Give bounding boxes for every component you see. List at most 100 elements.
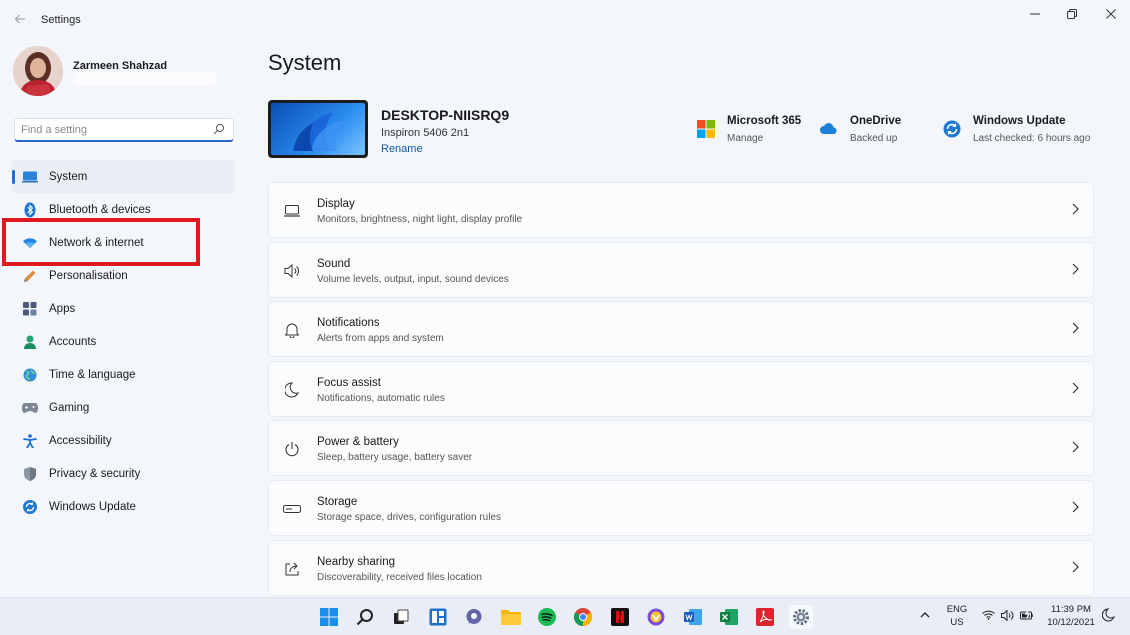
search-input[interactable]	[21, 122, 201, 138]
back-button[interactable]	[10, 9, 30, 29]
rename-link[interactable]: Rename	[381, 143, 423, 155]
chat-button[interactable]	[462, 605, 486, 629]
word-button[interactable]	[681, 605, 705, 629]
task-view-button[interactable]	[389, 605, 413, 629]
storage-card[interactable]: Storage Storage space, drives, configura…	[268, 479, 1094, 536]
share-icon	[283, 560, 301, 578]
sidebar-item-windows-update[interactable]: Windows Update	[12, 490, 235, 523]
widgets-button[interactable]	[426, 605, 450, 629]
chevron-right-icon	[1072, 561, 1079, 572]
avatar	[13, 46, 63, 96]
card-subtitle: Storage space, drives, configuration rul…	[317, 511, 501, 523]
sidebar-item-label: Accounts	[49, 335, 97, 348]
speaker-icon	[283, 262, 301, 280]
bell-icon	[283, 321, 301, 339]
clock-time[interactable]: 11:39 PM	[1047, 604, 1095, 615]
close-icon	[1106, 9, 1116, 19]
netflix-button[interactable]	[608, 605, 632, 629]
chrome-button[interactable]	[571, 605, 595, 629]
chat-icon	[466, 609, 482, 624]
card-title: Focus assist	[317, 376, 381, 389]
annotation-highlight-box	[2, 218, 200, 266]
language-code[interactable]: ENG	[944, 604, 970, 615]
card-subtitle: Volume levels, output, input, sound devi…	[317, 273, 509, 285]
card-subtitle: Sleep, battery usage, battery saver	[317, 452, 473, 464]
chevron-right-icon	[1072, 501, 1079, 513]
quick-subtitle: Last checked: 6 hours ago	[973, 133, 1091, 144]
chrome-icon	[574, 608, 592, 626]
sidebar-item-system[interactable]: System	[12, 160, 235, 193]
chevron-right-icon	[1072, 322, 1079, 334]
chevron-right-icon	[1072, 203, 1079, 215]
folder-icon	[501, 610, 521, 625]
notifications-card[interactable]: Notifications Alerts from apps and syste…	[268, 301, 1094, 358]
storage-icon	[283, 500, 301, 518]
quick-subtitle: Backed up	[850, 133, 898, 144]
task-view-icon	[394, 609, 409, 624]
minimize-icon	[1030, 13, 1040, 15]
focus-assist-card[interactable]: Focus assist Notifications, automatic ru…	[268, 360, 1094, 417]
sound-card[interactable]: Sound Volume levels, output, input, soun…	[268, 241, 1094, 298]
close-button[interactable]	[1096, 4, 1126, 24]
quick-title: Microsoft 365	[727, 115, 802, 127]
apps-icon	[22, 301, 38, 317]
tor-browser-button[interactable]	[644, 605, 668, 629]
moon-icon	[283, 381, 301, 399]
power-icon	[283, 440, 301, 458]
browser-icon	[647, 608, 665, 626]
quick-title: Windows Update	[973, 115, 1066, 127]
settings-window: Settings Zarmeen Shahzad Find a setting …	[0, 0, 1130, 597]
word-icon	[684, 609, 702, 625]
excel-button[interactable]	[717, 605, 741, 629]
quick-subtitle: Manage	[727, 133, 764, 144]
restore-icon	[1067, 9, 1077, 19]
sidebar-item-accessibility[interactable]: Accessibility	[12, 424, 235, 457]
person-icon	[22, 334, 38, 350]
sidebar-item-time-language[interactable]: Time & language	[12, 358, 235, 391]
battery-icon[interactable]	[1020, 609, 1036, 621]
excel-icon	[720, 609, 738, 625]
active-indicator	[12, 170, 15, 184]
settings-card-list: Display Monitors, brightness, night ligh…	[268, 182, 1094, 597]
sidebar-item-label: Personalisation	[49, 269, 128, 282]
sidebar-item-label: Accessibility	[49, 434, 112, 447]
card-subtitle: Notifications, automatic rules	[317, 392, 445, 404]
card-subtitle: Alerts from apps and system	[317, 333, 444, 345]
laptop-icon	[22, 169, 38, 185]
sidebar-item-apps[interactable]: Apps	[12, 292, 235, 325]
volume-icon[interactable]	[1001, 610, 1014, 621]
settings-taskbar-button[interactable]	[789, 605, 813, 629]
minimize-button[interactable]	[1020, 4, 1050, 24]
back-arrow-icon	[14, 14, 25, 24]
start-button[interactable]	[317, 605, 341, 629]
pencil-icon	[22, 268, 38, 284]
quick-title: OneDrive	[850, 115, 902, 127]
taskbar-search-button[interactable]	[353, 605, 377, 629]
wifi-status-icon[interactable]	[982, 610, 995, 620]
clock-date[interactable]: 10/12/2021	[1047, 617, 1095, 628]
region-code[interactable]: US	[944, 617, 970, 628]
acrobat-button[interactable]	[753, 605, 777, 629]
search-box[interactable]	[14, 118, 234, 142]
globe-icon	[22, 367, 38, 383]
sidebar-item-accounts[interactable]: Accounts	[12, 325, 235, 358]
sidebar-item-gaming[interactable]: Gaming	[12, 391, 235, 424]
gear-icon	[793, 609, 809, 625]
update-icon	[22, 499, 38, 515]
spotify-button[interactable]	[535, 605, 559, 629]
accessibility-icon	[22, 433, 38, 449]
chevron-right-icon	[1072, 263, 1079, 275]
sidebar-item-label: Time & language	[49, 368, 136, 381]
chevron-up-icon[interactable]	[920, 611, 930, 619]
nearby-sharing-card[interactable]: Nearby sharing Discoverability, received…	[268, 539, 1094, 596]
power-battery-card[interactable]: Power & battery Sleep, battery usage, ba…	[268, 420, 1094, 477]
focus-moon-icon[interactable]	[1102, 608, 1115, 622]
restore-button[interactable]	[1057, 4, 1087, 24]
search-icon[interactable]	[213, 123, 225, 135]
card-title: Display	[317, 198, 355, 210]
display-card[interactable]: Display Monitors, brightness, night ligh…	[268, 182, 1094, 238]
file-explorer-button[interactable]	[499, 605, 523, 629]
cloud-icon	[820, 123, 837, 134]
sidebar-item-label: Privacy & security	[49, 467, 141, 480]
sidebar-item-privacy-security[interactable]: Privacy & security	[12, 457, 235, 490]
